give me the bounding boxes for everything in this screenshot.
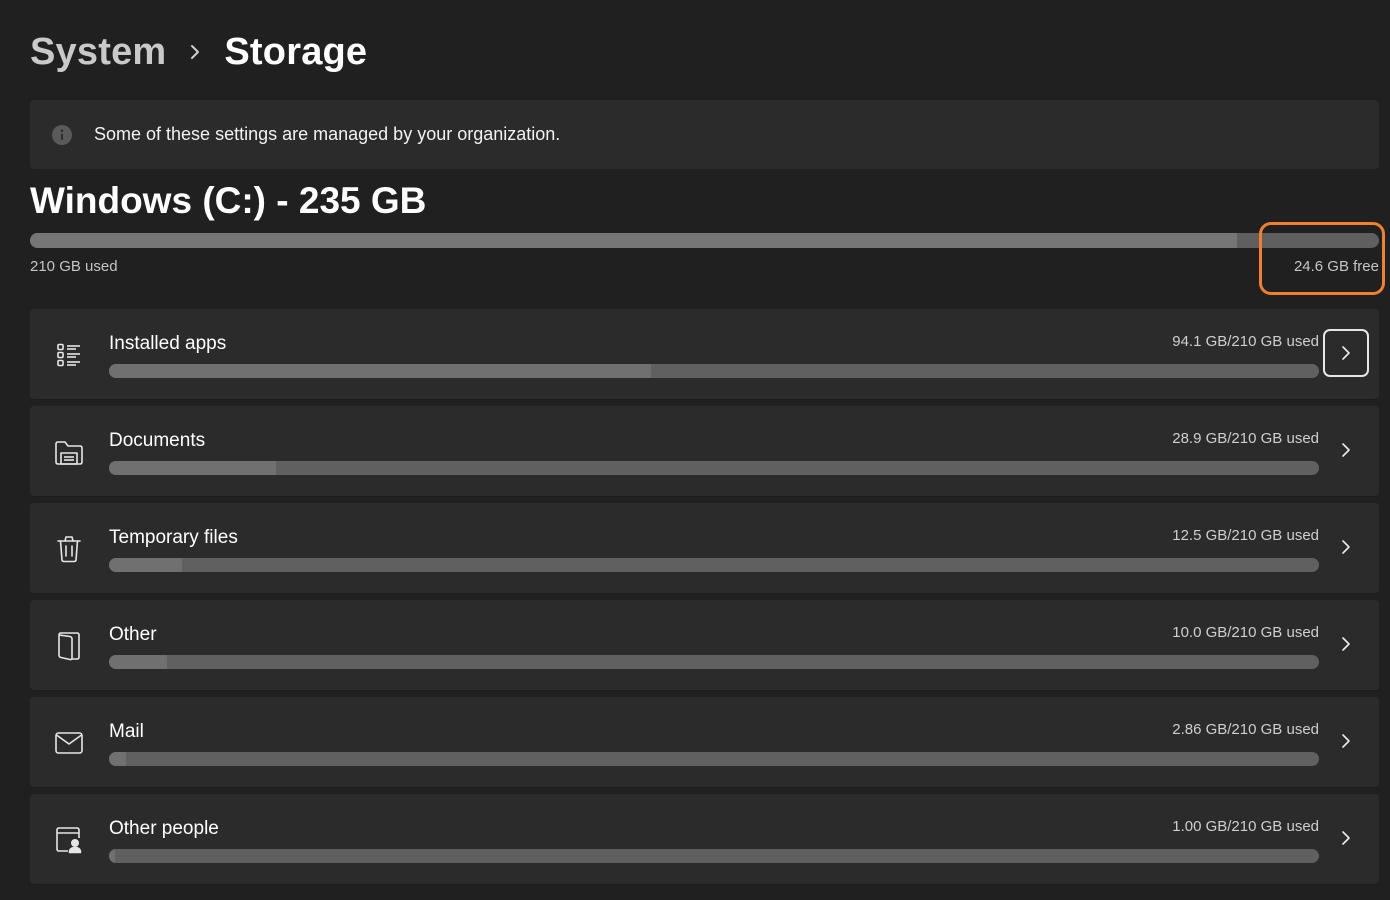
- breadcrumb-chevron-icon: [166, 44, 224, 60]
- category-usage-bar: [109, 364, 1319, 378]
- drive-used-label: 210 GB used: [30, 258, 118, 275]
- category-usage-value: 10.0 GB/210 GB used: [1172, 624, 1319, 641]
- other-files-icon: [52, 629, 86, 663]
- category-label: Temporary files: [109, 527, 238, 548]
- other-people-icon: [52, 823, 86, 857]
- drive-title: Windows (C:) - 235 GB: [30, 180, 427, 221]
- mail-icon: [52, 726, 86, 760]
- chevron-right-icon[interactable]: [1323, 814, 1369, 862]
- page-title: Storage: [224, 30, 368, 73]
- trash-icon: [52, 532, 86, 566]
- chevron-right-icon[interactable]: [1323, 329, 1369, 377]
- category-label: Other: [109, 624, 157, 645]
- category-usage-value: 28.9 GB/210 GB used: [1172, 430, 1319, 447]
- category-usage-bar: [109, 752, 1319, 766]
- chevron-right-icon[interactable]: [1323, 620, 1369, 668]
- drive-usage-bar: [30, 233, 1379, 248]
- category-usage-value: 1.00 GB/210 GB used: [1172, 818, 1319, 835]
- notice-text: Some of these settings are managed by yo…: [94, 124, 561, 144]
- category-other-people[interactable]: Other people 1.00 GB/210 GB used: [30, 794, 1379, 885]
- category-usage-fill: [109, 849, 116, 863]
- category-usage-bar: [109, 655, 1319, 669]
- chevron-right-icon[interactable]: [1323, 523, 1369, 571]
- organization-notice: Some of these settings are managed by yo…: [30, 100, 1379, 169]
- category-temporary-files[interactable]: Temporary files 12.5 GB/210 GB used: [30, 503, 1379, 594]
- category-usage-bar: [109, 558, 1319, 572]
- documents-folder-icon: [52, 435, 86, 469]
- storage-category-list: Installed apps 94.1 GB/210 GB used Docum…: [30, 309, 1379, 891]
- category-mail[interactable]: Mail 2.86 GB/210 GB used: [30, 697, 1379, 788]
- category-other[interactable]: Other 10.0 GB/210 GB used: [30, 600, 1379, 691]
- category-usage-value: 2.86 GB/210 GB used: [1172, 721, 1319, 738]
- drive-free-label: 24.6 GB free: [1293, 258, 1379, 275]
- category-usage-value: 94.1 GB/210 GB used: [1172, 333, 1319, 350]
- breadcrumb: System Storage: [30, 28, 367, 76]
- category-label: Mail: [109, 721, 144, 742]
- category-usage-fill: [109, 461, 276, 475]
- category-usage-value: 12.5 GB/210 GB used: [1172, 527, 1319, 544]
- category-label: Other people: [109, 818, 219, 839]
- category-usage-fill: [109, 655, 168, 669]
- category-usage-bar: [109, 461, 1319, 475]
- category-usage-fill: [109, 364, 652, 378]
- apps-list-icon: [52, 338, 86, 372]
- category-label: Installed apps: [109, 333, 227, 354]
- chevron-right-icon[interactable]: [1323, 717, 1369, 765]
- category-label: Documents: [109, 430, 206, 451]
- category-installed-apps[interactable]: Installed apps 94.1 GB/210 GB used: [30, 309, 1379, 400]
- category-usage-fill: [109, 752, 126, 766]
- info-icon: [52, 124, 72, 145]
- chevron-right-icon[interactable]: [1323, 426, 1369, 474]
- category-usage-bar: [109, 849, 1319, 863]
- drive-usage-fill: [30, 233, 1238, 248]
- category-documents[interactable]: Documents 28.9 GB/210 GB used: [30, 406, 1379, 497]
- breadcrumb-system-link[interactable]: System: [30, 31, 166, 74]
- category-usage-fill: [109, 558, 182, 572]
